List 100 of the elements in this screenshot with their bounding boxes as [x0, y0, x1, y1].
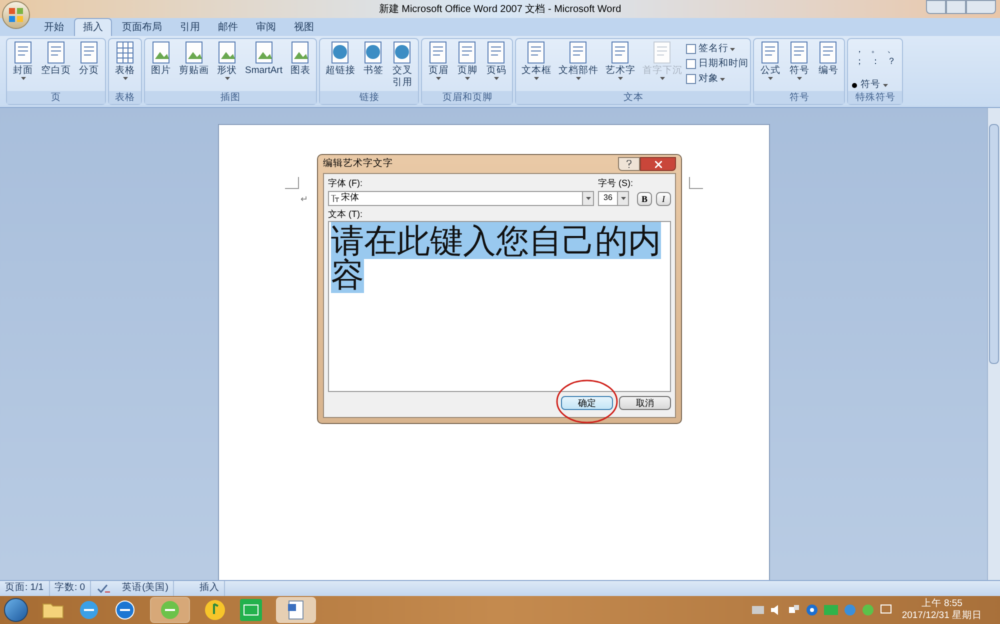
- group-label: 页眉和页脚: [422, 91, 512, 104]
- group-label: 页: [7, 91, 105, 104]
- format-button[interactable]: I: [656, 192, 671, 206]
- size-dropdown[interactable]: 36: [598, 190, 629, 206]
- ribbon-tab[interactable]: 开始: [36, 18, 72, 36]
- symbol-button[interactable]: 。: [870, 43, 880, 55]
- format-button[interactable]: B: [637, 192, 652, 206]
- text-area[interactable]: 请在此键入您自己的内容: [328, 221, 671, 392]
- folder-icon[interactable]: [42, 601, 64, 619]
- ribbon-command[interactable]: 超链接: [322, 41, 358, 77]
- ribbon-command[interactable]: 图片: [147, 41, 175, 77]
- document-icon: [12, 41, 34, 65]
- group-label: 文本: [516, 91, 750, 104]
- ribbon-tab[interactable]: 邮件: [210, 18, 246, 36]
- field-label: 字号 (S):: [598, 177, 633, 190]
- window-title: 新建 Microsoft Office Word 2007 文档 - Microsoft Word: [378, 2, 622, 16]
- caret-icon: [494, 77, 499, 80]
- small-command[interactable]: 日期和时间: [686, 57, 748, 71]
- ribbon-command[interactable]: 形状: [213, 41, 241, 80]
- ribbon-command[interactable]: 文档部件: [555, 41, 602, 80]
- ribbon-command[interactable]: 符号: [785, 41, 814, 80]
- ribbon-tab[interactable]: 视图: [286, 18, 322, 36]
- ribbon-command[interactable]: 艺术字: [602, 41, 638, 80]
- music-note-icon[interactable]: [204, 599, 226, 621]
- caret-icon: [620, 196, 626, 200]
- keyboard-icon[interactable]: [752, 606, 764, 614]
- ribbon-command[interactable]: SmartArt: [242, 41, 286, 77]
- picture-icon: [252, 41, 275, 65]
- ribbon-command[interactable]: 页脚: [453, 41, 482, 80]
- document-icon: [567, 41, 590, 65]
- ribbon-tab[interactable]: 页面布局: [114, 18, 170, 36]
- command-icon: [686, 44, 696, 54]
- help-button[interactable]: [618, 157, 640, 171]
- small-command[interactable]: 对象: [686, 72, 748, 86]
- paragraph-mark: ↵: [300, 193, 308, 206]
- picture-icon: [183, 41, 205, 65]
- table-icon: [114, 41, 136, 65]
- video-app-icon[interactable]: [240, 599, 262, 621]
- close-button[interactable]: [640, 157, 676, 171]
- command-icon: [686, 59, 696, 69]
- document-icon: [525, 41, 548, 65]
- ribbon-command[interactable]: 编号: [814, 41, 842, 77]
- clock-time[interactable]: 上午 8:55: [921, 598, 962, 610]
- ribbon-command[interactable]: 页眉: [424, 41, 452, 80]
- document-icon: [287, 600, 305, 620]
- ribbon-command[interactable]: 封面: [9, 41, 37, 80]
- ribbon-command[interactable]: 书签: [359, 41, 388, 77]
- monitor-icon[interactable]: [880, 604, 892, 616]
- ribbon-command[interactable]: 表格: [111, 41, 139, 80]
- ribbon-command[interactable]: 公式: [756, 41, 784, 80]
- vertical-scrollbar[interactable]: [987, 108, 1000, 580]
- picture-icon: [289, 41, 312, 65]
- document-icon: [817, 41, 840, 65]
- caret-icon: [436, 77, 441, 80]
- group-label: 表格: [109, 91, 141, 104]
- font-dropdown[interactable]: 宋体: [328, 190, 594, 206]
- small-command[interactable]: 符号: [852, 79, 888, 91]
- small-command[interactable]: 签名行: [686, 42, 748, 56]
- text-content: 请在此键入您自己的内容: [331, 224, 662, 292]
- bullet-icon: [852, 82, 858, 88]
- symbol-button[interactable]: 、: [886, 43, 896, 55]
- ribbon-command[interactable]: 图表: [286, 41, 314, 77]
- document-icon: [78, 41, 100, 65]
- ribbon-command[interactable]: 交叉引用: [388, 41, 416, 89]
- command-icon: [686, 74, 696, 84]
- group-label: 插图: [145, 91, 316, 104]
- ribbon-command[interactable]: 分页: [75, 41, 103, 77]
- caret-icon: [618, 77, 623, 80]
- document-icon: [651, 41, 674, 65]
- minimize-button[interactable]: [926, 0, 946, 14]
- caret-icon: [534, 77, 539, 80]
- symbol-button[interactable]: ：: [870, 55, 880, 67]
- ribbon-command[interactable]: 空白页: [38, 41, 74, 77]
- ribbon-tab[interactable]: 审阅: [248, 18, 284, 36]
- spell-check-icon[interactable]: [97, 584, 112, 594]
- ribbon-command[interactable]: 页码: [482, 41, 510, 80]
- dialog-button[interactable]: 确定: [561, 396, 613, 410]
- help-icon: [626, 160, 632, 168]
- symbol-button[interactable]: ；: [854, 55, 864, 67]
- field-label: 字体 (F):: [328, 177, 364, 190]
- restore-button[interactable]: [946, 0, 966, 14]
- ribbon-command[interactable]: 剪贴画: [176, 41, 212, 77]
- picture-icon: [216, 41, 238, 65]
- document-icon: [759, 41, 782, 65]
- taskbar-app[interactable]: [276, 597, 316, 623]
- document-icon: [427, 41, 450, 65]
- caret-icon: [20, 77, 26, 80]
- caret-icon: [586, 196, 590, 200]
- caret-icon: [464, 77, 470, 80]
- symbol-button[interactable]: ，: [854, 43, 864, 55]
- symbol-button[interactable]: ？: [886, 55, 896, 67]
- ribbon-tab[interactable]: 插入: [74, 18, 112, 36]
- ribbon-tab[interactable]: 引用: [172, 18, 208, 36]
- dialog-button[interactable]: 取消: [619, 396, 671, 410]
- close-icon: [654, 160, 662, 168]
- clock-date[interactable]: 2017/12/31 星期日: [902, 610, 982, 622]
- ribbon-command[interactable]: 文本框: [518, 41, 554, 80]
- document-icon: [485, 41, 508, 65]
- start-button[interactable]: [4, 598, 28, 622]
- office-logo-icon: [9, 8, 23, 22]
